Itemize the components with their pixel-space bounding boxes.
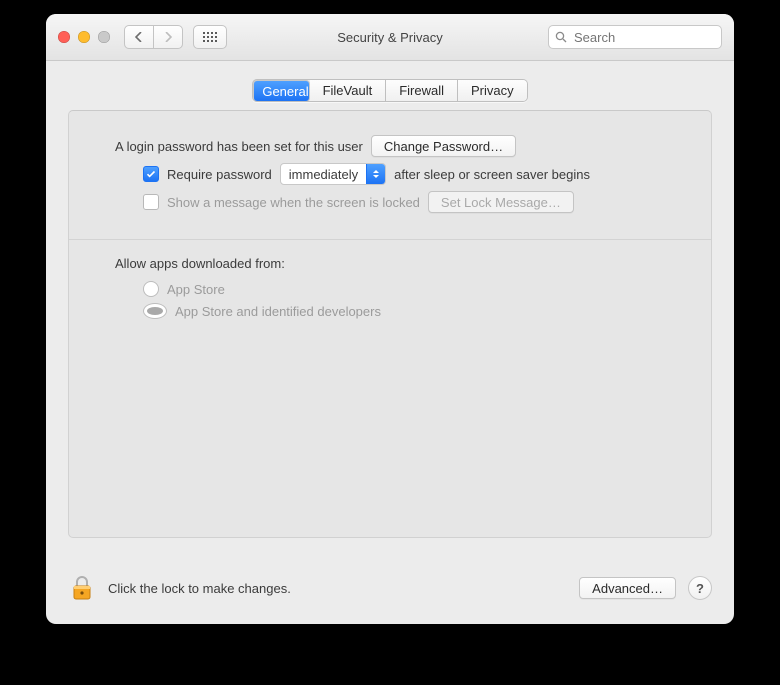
bottom-bar: Click the lock to make changes. Advanced… (46, 558, 734, 624)
allow-identified-radio (143, 303, 167, 319)
set-lock-message-button: Set Lock Message… (428, 191, 574, 213)
check-icon (146, 169, 156, 179)
after-sleep-label: after sleep or screen saver begins (394, 167, 590, 182)
chevron-left-icon (135, 32, 143, 42)
require-password-delay-value: immediately (289, 167, 358, 182)
search-icon (555, 31, 567, 43)
allow-identified-label: App Store and identified developers (175, 304, 381, 319)
require-password-checkbox[interactable] (143, 166, 159, 182)
allow-appstore-label: App Store (167, 282, 225, 297)
tab-privacy[interactable]: Privacy (458, 80, 527, 101)
forward-button[interactable] (154, 26, 182, 48)
allow-appstore-radio (143, 281, 159, 297)
allow-apps-label: Allow apps downloaded from: (115, 256, 665, 271)
back-button[interactable] (125, 26, 154, 48)
minimize-window-button[interactable] (78, 31, 90, 43)
titlebar: Security & Privacy (46, 14, 734, 61)
nav-back-forward (124, 25, 183, 49)
grid-icon (203, 32, 217, 42)
divider (69, 239, 711, 240)
stepper-icon (366, 164, 385, 184)
tab-general[interactable]: General (253, 80, 309, 102)
search-field[interactable] (548, 25, 722, 49)
login-password-label: A login password has been set for this u… (115, 139, 363, 154)
chevron-right-icon (164, 32, 172, 42)
tab-firewall[interactable]: Firewall (386, 80, 458, 101)
require-password-delay-select[interactable]: immediately (280, 163, 386, 185)
zoom-window-button (98, 31, 110, 43)
general-pane: A login password has been set for this u… (68, 110, 712, 538)
lock-button[interactable] (68, 574, 96, 602)
tab-filevault[interactable]: FileVault (310, 80, 387, 101)
require-password-label: Require password (167, 167, 272, 182)
lock-hint: Click the lock to make changes. (108, 581, 291, 596)
lock-icon (70, 575, 94, 601)
window-controls (58, 31, 110, 43)
preferences-window: Security & Privacy General FileVault Fir… (46, 14, 734, 624)
show-lock-message-label: Show a message when the screen is locked (167, 195, 420, 210)
search-input[interactable] (572, 29, 715, 46)
show-all-button[interactable] (193, 25, 227, 49)
advanced-button[interactable]: Advanced… (579, 577, 676, 599)
change-password-button[interactable]: Change Password… (371, 135, 516, 157)
close-window-button[interactable] (58, 31, 70, 43)
tab-bar: General FileVault Firewall Privacy (46, 79, 734, 102)
show-lock-message-checkbox[interactable] (143, 194, 159, 210)
help-button[interactable]: ? (688, 576, 712, 600)
